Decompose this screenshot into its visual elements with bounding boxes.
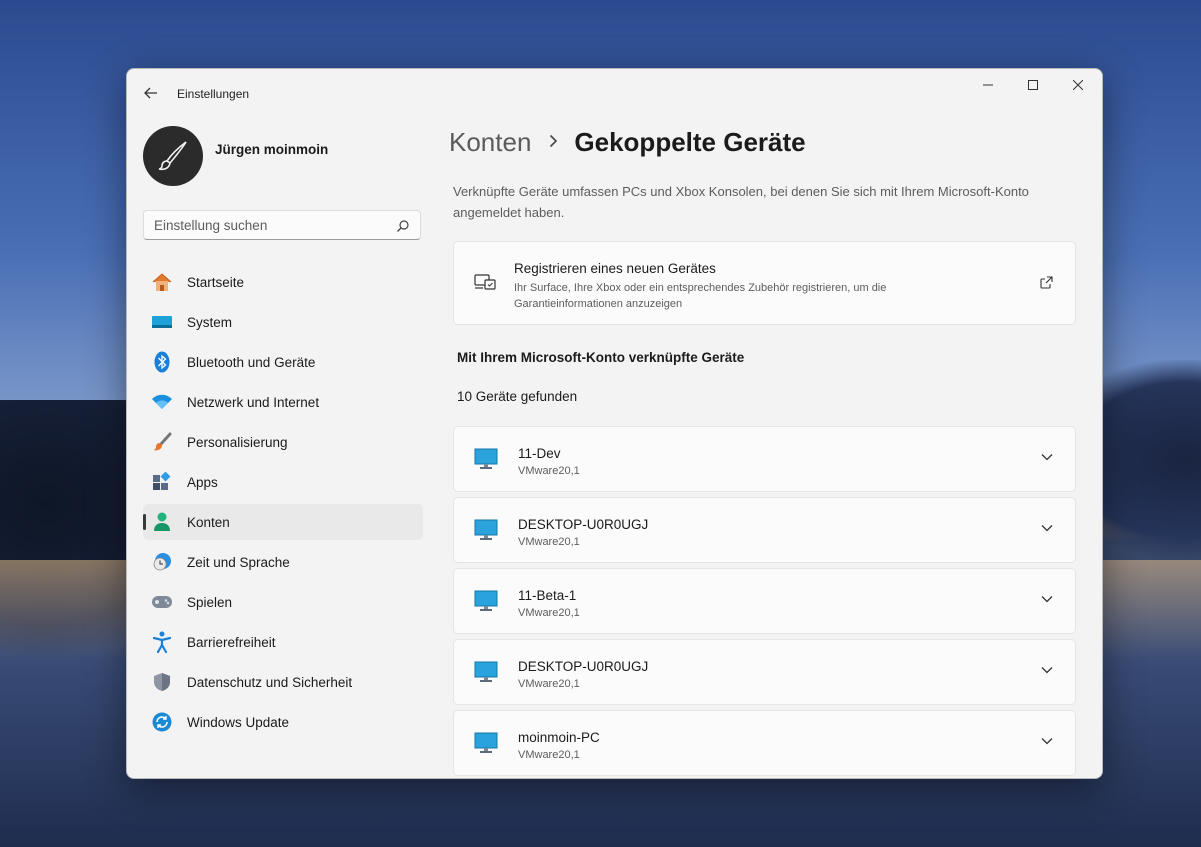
close-icon [1073, 80, 1083, 90]
sidebar-item-bluetooth[interactable]: Bluetooth und Geräte [143, 344, 423, 380]
sidebar-item-personalisierung[interactable]: Personalisierung [143, 424, 423, 460]
sidebar-item-startseite[interactable]: Startseite [143, 264, 423, 300]
sidebar-item-system[interactable]: System [143, 304, 423, 340]
search-placeholder: Einstellung suchen [154, 218, 268, 233]
search-input[interactable]: Einstellung suchen [143, 210, 421, 240]
breadcrumb: Konten Gekoppelte Geräte [449, 127, 806, 158]
wifi-icon [151, 391, 173, 413]
shield-icon [151, 671, 173, 693]
device-name: moinmoin-PC [518, 730, 600, 745]
device-type: VMware20,1 [518, 678, 580, 690]
settings-window: Einstellungen Jürgen moinmoin Einstellun… [126, 68, 1103, 779]
accessibility-icon [151, 631, 173, 653]
maximize-button[interactable] [1010, 69, 1056, 101]
search-icon [397, 220, 409, 232]
avatar[interactable] [143, 126, 203, 186]
chevron-down-icon[interactable] [1041, 453, 1053, 461]
chevron-down-icon[interactable] [1041, 595, 1053, 603]
minimize-button[interactable] [965, 69, 1011, 101]
system-icon [151, 311, 173, 333]
page-title: Gekoppelte Geräte [574, 127, 806, 157]
sidebar-item-label: System [187, 314, 233, 330]
register-title: Registrieren eines neuen Gerätes [514, 261, 716, 276]
device-row[interactable]: DESKTOP-U0R0UGJ VMware20,1 [453, 497, 1076, 563]
back-arrow-icon [144, 87, 157, 99]
sidebar-item-spielen[interactable]: Spielen [143, 584, 423, 620]
device-type: VMware20,1 [518, 607, 580, 619]
sidebar-item-label: Windows Update [187, 714, 290, 730]
apps-icon [151, 471, 173, 493]
update-icon [151, 711, 173, 733]
sidebar-item-datenschutz[interactable]: Datenschutz und Sicherheit [143, 664, 423, 700]
maximize-icon [1028, 80, 1038, 90]
brush-icon [151, 431, 173, 453]
monitor-icon [474, 519, 498, 540]
breadcrumb-parent[interactable]: Konten [449, 127, 531, 158]
device-type: VMware20,1 [518, 749, 580, 761]
device-row[interactable]: DESKTOP-U0R0UGJ VMware20,1 [453, 639, 1076, 705]
close-button[interactable] [1055, 69, 1101, 101]
sidebar-item-label: Bluetooth und Geräte [187, 354, 316, 370]
user-name: Jürgen moinmoin [215, 142, 329, 157]
sidebar-item-label: Personalisierung [187, 434, 288, 450]
external-link-icon[interactable] [1040, 276, 1053, 289]
device-name: 11-Beta-1 [518, 588, 577, 603]
device-count: 10 Geräte gefunden [457, 389, 578, 404]
sidebar-item-netzwerk[interactable]: Netzwerk und Internet [143, 384, 423, 420]
device-name: 11-Dev [518, 446, 561, 461]
home-icon [151, 271, 173, 293]
device-register-icon [474, 274, 496, 290]
sidebar-item-label: Zeit und Sprache [187, 554, 290, 570]
device-row[interactable]: 11-Beta-1 VMware20,1 [453, 568, 1076, 634]
device-name: DESKTOP-U0R0UGJ [518, 659, 649, 674]
sidebar-item-konten[interactable]: Konten [143, 504, 423, 540]
monitor-icon [474, 661, 498, 682]
chevron-down-icon[interactable] [1041, 737, 1053, 745]
chevron-down-icon[interactable] [1041, 524, 1053, 532]
register-subtitle: Ihr Surface, Ihre Xbox oder ein entsprec… [514, 282, 887, 310]
bluetooth-icon [151, 351, 173, 373]
page-description: Verknüpfte Geräte umfassen PCs und Xbox … [453, 184, 1029, 220]
sidebar-item-label: Netzwerk und Internet [187, 394, 320, 410]
section-title: Mit Ihrem Microsoft-Konto verknüpfte Ger… [457, 350, 745, 365]
sidebar-item-zeit-sprache[interactable]: Zeit und Sprache [143, 544, 423, 580]
sidebar-item-label: Datenschutz und Sicherheit [187, 674, 353, 690]
sidebar-item-apps[interactable]: Apps [143, 464, 423, 500]
register-device-card[interactable]: Registrieren eines neuen Gerätes Ihr Sur… [453, 241, 1076, 325]
sidebar-item-barrierefreiheit[interactable]: Barrierefreiheit [143, 624, 423, 660]
sidebar-nav: Startseite System Bluetooth und Geräte N… [143, 264, 423, 744]
person-icon [151, 511, 173, 533]
device-row[interactable]: moinmoin-PC VMware20,1 [453, 710, 1076, 776]
clock-globe-icon [151, 551, 173, 573]
device-name: DESKTOP-U0R0UGJ [518, 517, 649, 532]
chevron-down-icon[interactable] [1041, 666, 1053, 674]
gamepad-icon [151, 591, 173, 613]
sidebar-item-windows-update[interactable]: Windows Update [143, 704, 423, 740]
title-bar: Einstellungen [127, 69, 1102, 113]
brush-avatar-icon [158, 141, 187, 171]
device-type: VMware20,1 [518, 536, 580, 548]
monitor-icon [474, 732, 498, 753]
sidebar-item-label: Konten [187, 514, 230, 530]
sidebar-item-label: Apps [187, 474, 218, 490]
sidebar-item-label: Spielen [187, 594, 233, 610]
breadcrumb-chevron-icon [549, 131, 558, 154]
monitor-icon [474, 590, 498, 611]
sidebar-item-label: Startseite [187, 274, 245, 290]
device-row[interactable]: 11-Dev VMware20,1 [453, 426, 1076, 492]
back-button[interactable] [137, 79, 165, 107]
sidebar-item-label: Barrierefreiheit [187, 634, 276, 650]
monitor-icon [474, 448, 498, 469]
app-title: Einstellungen [177, 87, 250, 101]
minimize-icon [983, 84, 993, 86]
device-type: VMware20,1 [518, 465, 580, 477]
